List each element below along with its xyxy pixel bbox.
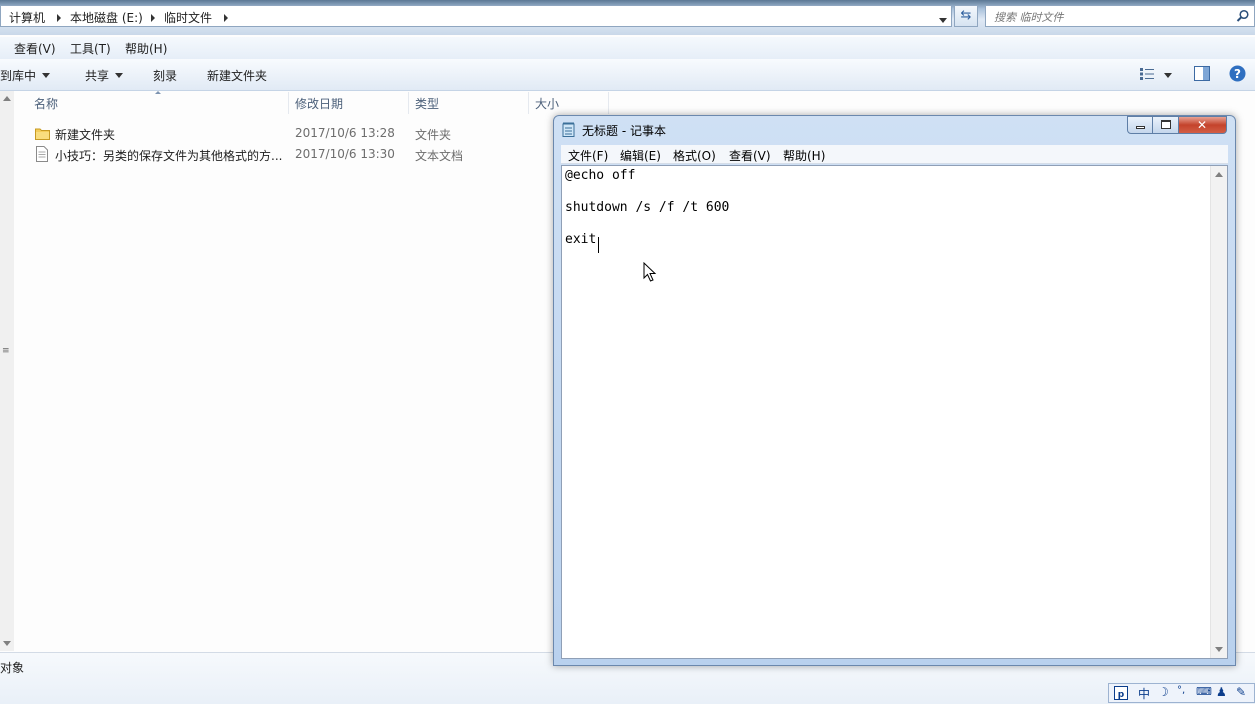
notepad-title: 无标题 - 记事本 bbox=[582, 124, 666, 138]
refresh-icon: ⇆ bbox=[960, 8, 972, 23]
address-box[interactable]: 计算机 本地磁盘 (E:) 临时文件 bbox=[0, 5, 952, 27]
user-icon[interactable]: ♟ bbox=[1216, 685, 1227, 699]
ime-mode-indicator[interactable]: 中 bbox=[1138, 685, 1150, 702]
text-line: shutdown /s /f /t 600 bbox=[565, 200, 730, 215]
file-name: 小技巧：另类的保存文件为其他格式的方... bbox=[55, 149, 283, 163]
menu-file[interactable]: 文件(F) bbox=[568, 147, 608, 164]
half-width-moon-icon[interactable]: ☽ bbox=[1158, 685, 1169, 699]
column-header-size[interactable]: 大小 bbox=[535, 95, 559, 112]
file-type: 文本文档 bbox=[415, 149, 464, 163]
menu-help[interactable]: 帮助(H) bbox=[783, 147, 825, 164]
column-header-modified[interactable]: 修改日期 bbox=[295, 95, 343, 112]
search-input[interactable] bbox=[992, 8, 1226, 26]
breadcrumb-arrow-icon[interactable] bbox=[224, 14, 228, 22]
file-row[interactable]: 小技巧：另类的保存文件为其他格式的方... 2017/10/6 13:30 文本… bbox=[33, 145, 553, 165]
breadcrumb-computer[interactable]: 计算机 bbox=[9, 9, 45, 26]
ime-logo-icon[interactable]: p bbox=[1114, 686, 1128, 700]
text-file-icon bbox=[36, 146, 48, 162]
keyboard-icon[interactable]: ⌨ bbox=[1196, 685, 1212, 698]
minimize-button[interactable] bbox=[1127, 116, 1153, 134]
preview-pane-icon[interactable] bbox=[1194, 66, 1210, 81]
notepad-text-area[interactable]: @echo off shutdown /s /f /t 600 exit bbox=[561, 165, 1228, 659]
include-in-library-button[interactable]: 含到库中 bbox=[0, 67, 51, 84]
column-divider[interactable] bbox=[608, 92, 609, 114]
maximize-button[interactable] bbox=[1153, 116, 1179, 134]
maximize-icon bbox=[1161, 120, 1171, 129]
language-bar[interactable]: p 中 ☽ °, ⌨ ♟ ✎ bbox=[1108, 683, 1255, 703]
navigation-pane-scrollbar[interactable]: ≡ bbox=[0, 91, 14, 651]
chevron-down-icon bbox=[42, 73, 51, 78]
folder-icon bbox=[35, 128, 50, 140]
explorer-toolbar: 含到库中 共享 刻录 新建文件夹 ? bbox=[0, 59, 1255, 91]
scroll-grip-icon: ≡ bbox=[2, 346, 10, 356]
close-icon: ✕ bbox=[1196, 118, 1208, 132]
new-folder-button[interactable]: 新建文件夹 bbox=[207, 67, 267, 84]
scroll-up-icon[interactable] bbox=[3, 96, 11, 101]
column-divider[interactable] bbox=[288, 92, 289, 114]
file-name: 新建文件夹 bbox=[55, 128, 116, 142]
menu-view[interactable]: 查看(V) bbox=[14, 40, 56, 57]
menu-help[interactable]: 帮助(H) bbox=[125, 40, 167, 57]
text-line: exit bbox=[565, 232, 597, 247]
refresh-button[interactable]: ⇆ bbox=[954, 5, 978, 27]
column-header-name[interactable]: 名称 bbox=[34, 95, 58, 112]
share-button[interactable]: 共享 bbox=[85, 67, 124, 84]
menu-format[interactable]: 格式(O) bbox=[673, 147, 716, 164]
svg-text:p: p bbox=[1118, 690, 1125, 700]
column-divider[interactable] bbox=[408, 92, 409, 114]
breadcrumb-drive[interactable]: 本地磁盘 (E:) bbox=[70, 9, 143, 26]
file-modified: 2017/10/6 13:28 bbox=[295, 126, 395, 140]
explorer-menu-bar: 查看(V) 工具(T) 帮助(H) bbox=[0, 37, 1255, 59]
text-caret bbox=[598, 237, 599, 253]
menu-edit[interactable]: 编辑(E) bbox=[620, 147, 661, 164]
notepad-vertical-scrollbar[interactable] bbox=[1210, 166, 1227, 658]
search-icon[interactable] bbox=[1236, 9, 1250, 23]
file-row[interactable]: 新建文件夹 2017/10/6 13:28 文件夹 bbox=[33, 124, 553, 144]
breadcrumb-folder[interactable]: 临时文件 bbox=[164, 9, 212, 26]
include-in-library-label: 含到库中 bbox=[0, 69, 37, 83]
search-box[interactable] bbox=[985, 5, 1255, 27]
punctuation-icon[interactable]: °, bbox=[1177, 685, 1185, 696]
menu-tools[interactable]: 工具(T) bbox=[70, 40, 111, 57]
view-options-icon[interactable] bbox=[1140, 68, 1154, 80]
minimize-icon bbox=[1136, 126, 1145, 129]
scroll-down-icon[interactable] bbox=[3, 641, 11, 646]
notepad-icon bbox=[562, 122, 575, 137]
breadcrumb-arrow-icon[interactable] bbox=[151, 14, 155, 22]
text-line: @echo off bbox=[565, 168, 636, 183]
scroll-down-icon[interactable] bbox=[1215, 647, 1223, 652]
file-modified: 2017/10/6 13:30 bbox=[295, 147, 395, 161]
sort-ascending-icon bbox=[155, 91, 161, 94]
chevron-down-icon bbox=[115, 73, 124, 78]
address-dropdown-icon[interactable] bbox=[939, 18, 947, 23]
svg-text:?: ? bbox=[1234, 67, 1241, 81]
help-icon[interactable]: ? bbox=[1229, 65, 1246, 82]
mouse-cursor-icon bbox=[643, 262, 657, 282]
notepad-window[interactable]: 无标题 - 记事本 ✕ 文件(F) 编辑(E) 格式(O) 查看(V) 帮助(H… bbox=[553, 115, 1236, 666]
share-label: 共享 bbox=[85, 69, 110, 83]
view-dropdown-icon[interactable] bbox=[1164, 73, 1172, 78]
menu-view[interactable]: 查看(V) bbox=[729, 147, 771, 164]
address-bar-area: 计算机 本地磁盘 (E:) 临时文件 ⇆ bbox=[0, 0, 1255, 35]
column-header-type[interactable]: 类型 bbox=[415, 95, 439, 112]
wrench-icon[interactable]: ✎ bbox=[1236, 685, 1246, 699]
breadcrumb-arrow-icon[interactable] bbox=[57, 14, 61, 22]
close-button[interactable]: ✕ bbox=[1179, 116, 1227, 134]
status-text: 对象 bbox=[0, 661, 25, 675]
notepad-menu-bar: 文件(F) 编辑(E) 格式(O) 查看(V) 帮助(H) bbox=[561, 145, 1228, 164]
column-divider[interactable] bbox=[528, 92, 529, 114]
scroll-up-icon[interactable] bbox=[1215, 172, 1223, 177]
file-type: 文件夹 bbox=[415, 128, 452, 142]
burn-button[interactable]: 刻录 bbox=[153, 67, 177, 84]
